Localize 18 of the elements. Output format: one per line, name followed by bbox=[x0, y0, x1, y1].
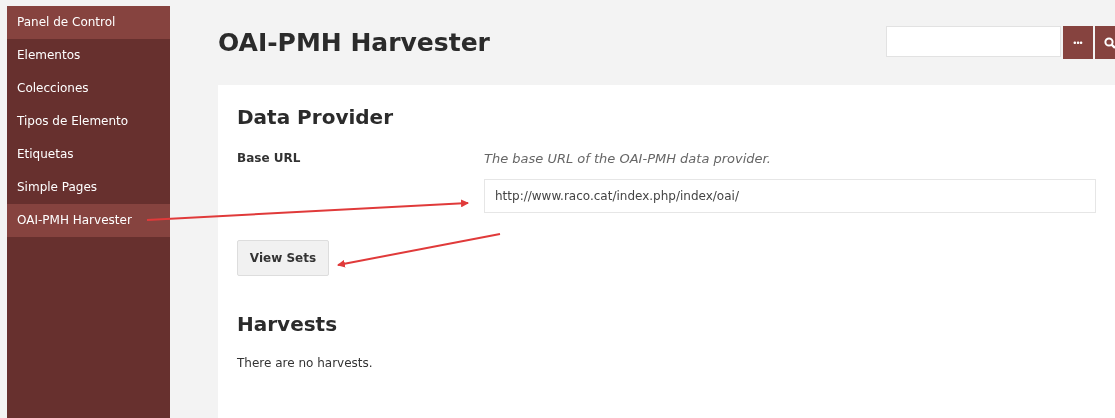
section-heading: Harvests bbox=[237, 312, 339, 336]
search-field[interactable] bbox=[886, 26, 1061, 57]
search-icon bbox=[1104, 36, 1115, 49]
field-label: Base URL bbox=[237, 151, 302, 167]
field-hint: The base URL of the OAI-PMH data provider. bbox=[484, 151, 772, 166]
url-field[interactable]: http://www.raco.cat/index.php/index/oai/ bbox=[484, 179, 1096, 213]
empty-message: There are no harvests. bbox=[237, 356, 374, 370]
sidebar-item[interactable]: Simple Pages bbox=[7, 171, 170, 204]
section-heading: Data Provider bbox=[237, 105, 394, 129]
view-sets-button[interactable]: View Sets bbox=[237, 240, 329, 276]
sidebar-item[interactable]: Panel de Control bbox=[7, 6, 170, 39]
sidebar-item[interactable]: Etiquetas bbox=[7, 138, 170, 171]
more-button[interactable]: ••• bbox=[1063, 26, 1093, 59]
sidebar-item[interactable]: OAI-PMH Harvester bbox=[7, 204, 170, 237]
sidebar-item[interactable]: Colecciones bbox=[7, 72, 170, 105]
page-title: OAI-PMH Harvester bbox=[218, 28, 490, 57]
sidebar-item[interactable]: Elementos bbox=[7, 39, 170, 72]
sidebar-item[interactable]: Tipos de Elemento bbox=[7, 105, 170, 138]
